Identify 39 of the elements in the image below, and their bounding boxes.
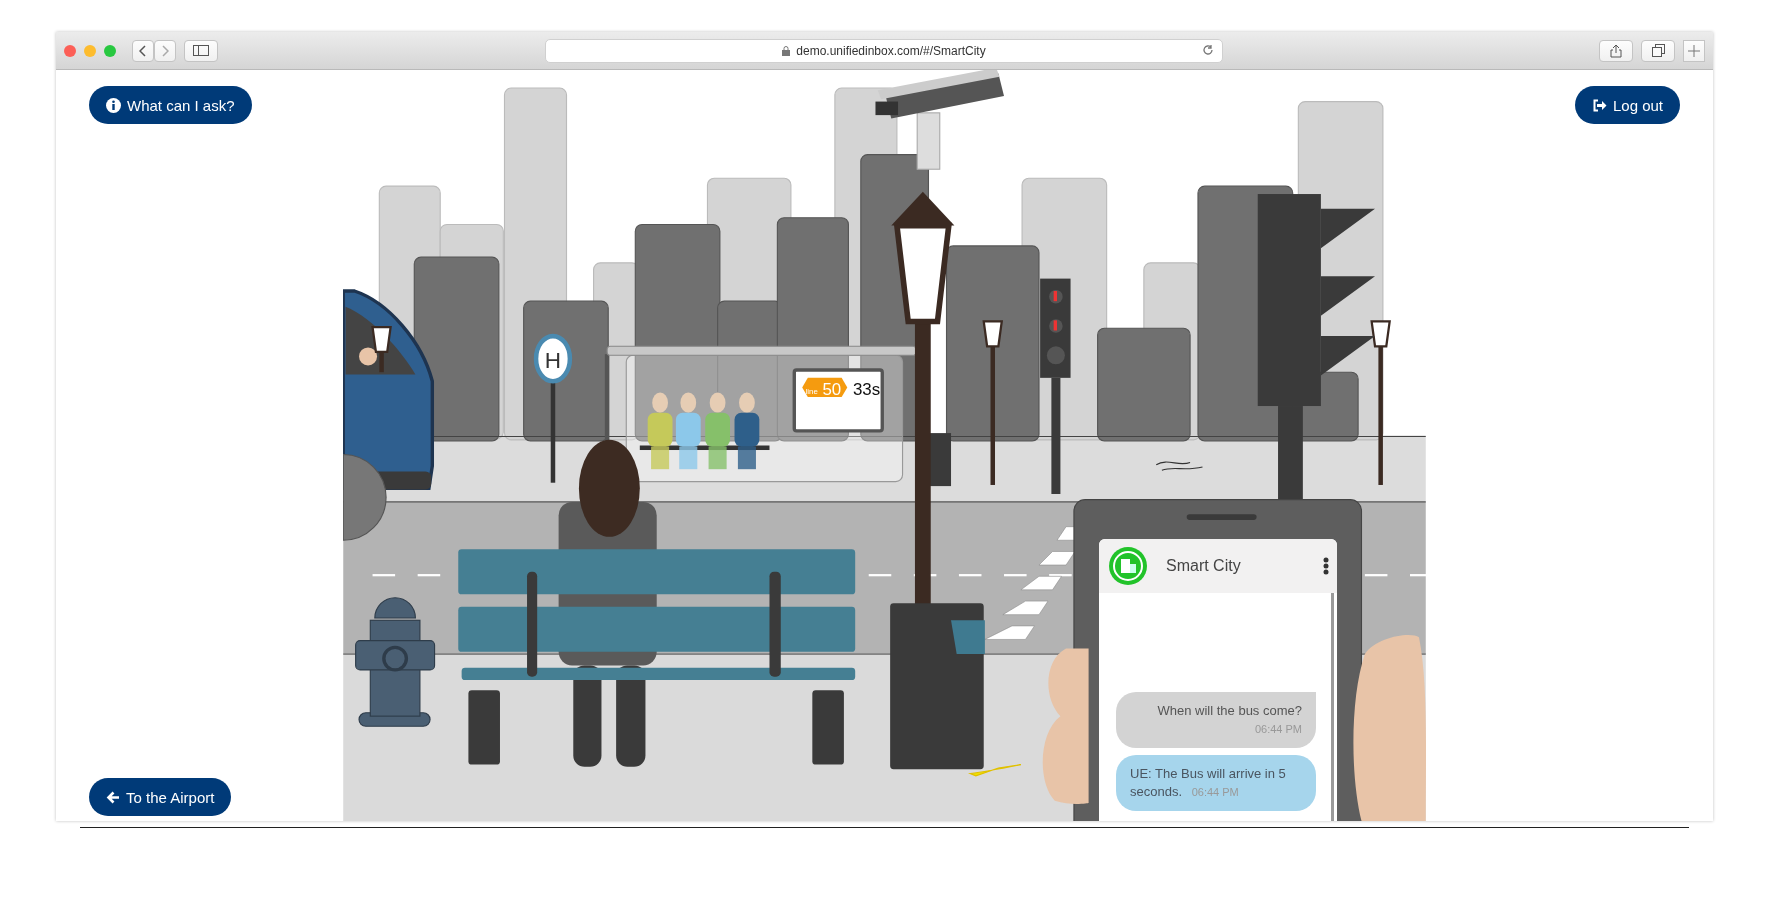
sidebar-icon — [193, 45, 209, 56]
wind-drawing — [1155, 461, 1204, 471]
tabs-icon — [1651, 44, 1665, 57]
address-bar[interactable]: demo.unifiedinbox.com/#/SmartCity — [545, 38, 1223, 63]
stop-sign-letter: H — [544, 347, 562, 373]
sign-out-icon — [1591, 98, 1607, 112]
back-button[interactable] — [132, 39, 154, 62]
city-logo-icon — [1108, 546, 1148, 586]
url-text: demo.unifiedinbox.com/#/SmartCity — [796, 43, 986, 58]
new-tab-button[interactable] — [1683, 39, 1705, 62]
close-window-icon[interactable] — [64, 44, 76, 57]
tabs-button[interactable] — [1641, 39, 1675, 62]
arrow-left-icon — [106, 790, 120, 804]
line-label: line — [805, 386, 818, 396]
share-icon — [1610, 43, 1622, 58]
lock-icon — [782, 45, 791, 56]
more-menu-icon[interactable] — [1323, 557, 1329, 575]
maximize-window-icon[interactable] — [104, 44, 116, 57]
chat-title: Smart City — [1166, 557, 1242, 575]
logout-button[interactable]: Log out — [1574, 86, 1680, 124]
chevron-left-icon — [139, 44, 147, 57]
forward-button[interactable] — [154, 39, 176, 62]
street-lamp — [371, 325, 392, 373]
newspaper-drawing — [951, 620, 985, 655]
info-icon — [106, 97, 121, 113]
chevron-right-icon — [161, 44, 169, 57]
airport-button[interactable]: To the Airport — [89, 778, 232, 816]
help-button[interactable]: What can I ask? — [89, 86, 252, 124]
arrival-countdown: 33s — [852, 379, 881, 399]
share-button[interactable] — [1599, 39, 1633, 62]
plus-icon — [1688, 44, 1700, 57]
line-number: 50 — [822, 379, 842, 399]
line-badge — [802, 377, 848, 397]
banana-peel-drawing — [969, 764, 1022, 777]
minimize-window-icon[interactable] — [84, 44, 96, 57]
bot-message: UE: The Bus will arrive in 5 seconds. 06:44 PM — [1116, 755, 1316, 811]
user-message: When will the bus come? 06:44 PM — [1116, 692, 1316, 748]
reload-icon[interactable] — [1202, 43, 1214, 56]
sidebar-button[interactable] — [184, 39, 218, 62]
